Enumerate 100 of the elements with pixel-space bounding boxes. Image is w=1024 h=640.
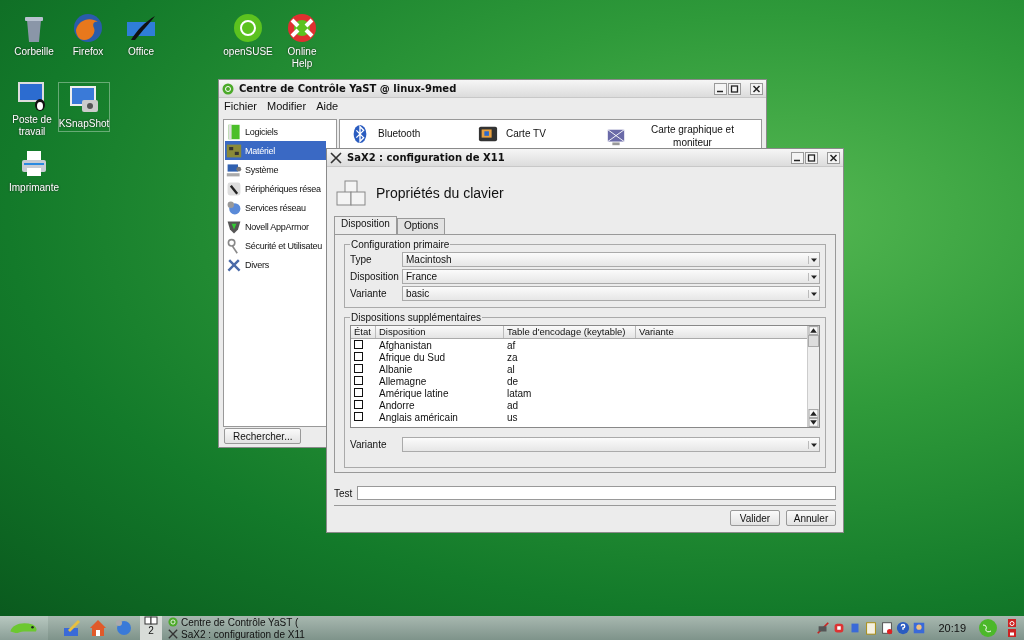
lifebuoy-icon	[286, 12, 318, 44]
computer-gear-icon	[226, 161, 242, 178]
pencil-icon[interactable]	[62, 618, 82, 638]
column-header[interactable]: Disposition	[376, 326, 504, 338]
menu-item[interactable]: Fichier	[224, 100, 257, 114]
table-cell-text: us	[506, 411, 519, 423]
home-icon[interactable]	[88, 618, 108, 638]
scroll-down-button[interactable]	[808, 418, 819, 427]
category-item[interactable]: Divers	[225, 255, 326, 274]
module-item[interactable]: Bluetooth	[350, 124, 478, 144]
table-cell-text: Albanie	[378, 363, 414, 375]
desktop-pager[interactable]: 2	[140, 616, 162, 640]
user-icon[interactable]	[912, 621, 927, 635]
checkbox[interactable]	[354, 375, 363, 385]
checkbox[interactable]	[354, 351, 363, 361]
dropdown[interactable]: basic	[402, 286, 820, 301]
caret-icon	[808, 289, 819, 298]
scroll-up-button[interactable]	[808, 326, 819, 335]
checkbox[interactable]	[354, 363, 363, 373]
search-button[interactable]: Rechercher...	[224, 428, 302, 444]
category-item[interactable]: Novell AppArmor	[225, 217, 326, 236]
desktop-icon[interactable]: Poste de travail	[6, 78, 58, 139]
caret-icon	[808, 440, 819, 449]
column-header[interactable]: Table d'encodage (keytable)	[504, 326, 636, 338]
category-item[interactable]: Matériel	[225, 141, 326, 160]
network-off-icon[interactable]	[816, 621, 831, 635]
table-cell-text: de	[506, 375, 520, 387]
desktop-number[interactable]: 2	[148, 625, 154, 636]
table-cell-text: Amérique latine	[378, 387, 450, 399]
field-label: Type	[350, 254, 373, 265]
field-label: Variante	[350, 439, 388, 450]
power-icon[interactable]	[1008, 619, 1016, 627]
x-logo-icon	[330, 151, 342, 164]
category-item[interactable]: Système	[225, 160, 326, 179]
checkbox[interactable]	[354, 411, 363, 421]
minimize-button[interactable]	[714, 82, 727, 95]
dropdown[interactable]: Macintosh	[402, 252, 820, 267]
package-icon	[226, 123, 242, 140]
table-cell-text: ad	[506, 399, 520, 411]
maximize-button[interactable]	[805, 151, 818, 164]
globe-icon	[72, 12, 104, 44]
close-button[interactable]	[827, 151, 840, 164]
scroll-thumb[interactable]	[808, 335, 819, 347]
desktop-icon[interactable]: openSUSE	[222, 10, 274, 60]
table-cell-text: Afrique du Sud	[378, 351, 447, 363]
menu-item[interactable]: Modifier	[267, 100, 307, 114]
desktop-icon[interactable]: Online Help	[276, 10, 328, 71]
menu-item[interactable]: Aide	[316, 100, 339, 114]
checkbox[interactable]	[354, 339, 363, 349]
caret-icon	[808, 272, 819, 281]
help-icon[interactable]	[896, 621, 911, 635]
clock[interactable]: 20:19	[938, 622, 966, 634]
checkbox[interactable]	[354, 399, 363, 409]
maximize-button[interactable]	[728, 82, 741, 95]
field-label: Variante	[350, 288, 388, 299]
desktop-icon[interactable]: Imprimante	[8, 146, 60, 196]
table-cell-text: Allemagne	[378, 375, 428, 387]
desktop-icon[interactable]: Office	[115, 10, 167, 60]
category-item[interactable]: Sécurité et Utilisateu	[225, 236, 326, 255]
column-header[interactable]: Variante	[636, 326, 807, 338]
dialog-heading: Propriétés du clavier	[376, 185, 504, 201]
keyboard-keys-icon	[336, 180, 366, 206]
module-item[interactable]: Carte TV	[478, 124, 606, 144]
task-item[interactable]: SaX2 : configuration de X11	[168, 628, 418, 640]
table-cell-text: latam	[506, 387, 533, 399]
tab[interactable]: Disposition	[334, 216, 397, 234]
computer-icon	[16, 80, 48, 112]
scroll-up-button[interactable]	[808, 409, 819, 418]
start-menu-button[interactable]	[0, 616, 48, 640]
category-item[interactable]: Services réseau	[225, 198, 326, 217]
table-cell-text: af	[506, 339, 517, 351]
table-cell-text: al	[506, 363, 516, 375]
dropdown[interactable]: France	[402, 269, 820, 284]
chameleon-icon	[232, 12, 264, 44]
desktop-icon[interactable]: KSnapShot	[58, 82, 110, 132]
lock-icon[interactable]	[1008, 629, 1016, 637]
close-button[interactable]	[750, 82, 763, 95]
group-title: Dispositions supplémentaires	[350, 312, 483, 323]
field-label: Disposition	[350, 271, 400, 282]
tv-icon	[478, 124, 498, 144]
globe-icon	[226, 199, 242, 216]
category-item[interactable]: Périphériques résea	[225, 179, 326, 198]
scrollbar[interactable]	[807, 326, 819, 427]
desktop-icon[interactable]: Corbeille	[8, 10, 60, 60]
desktop-icon[interactable]: Firefox	[62, 10, 114, 60]
task-item[interactable]: Centre de Contrôle YaST (	[168, 616, 418, 628]
chameleon-icon	[222, 82, 234, 95]
column-header[interactable]: État	[351, 326, 376, 338]
minimize-button[interactable]	[791, 151, 804, 164]
x-logo-icon	[168, 629, 178, 639]
document-icon[interactable]	[880, 621, 895, 635]
clipboard-icon[interactable]	[864, 621, 879, 635]
dialog-button[interactable]: Valider	[730, 510, 780, 526]
checkbox[interactable]	[354, 387, 363, 397]
tab[interactable]: Options	[396, 218, 446, 234]
dialog-button[interactable]: Annuler	[786, 510, 836, 526]
windows-icon	[144, 616, 158, 625]
test-input-field[interactable]	[357, 486, 836, 500]
module-item[interactable]: Carte graphique et moniteur	[606, 124, 751, 149]
category-item[interactable]: Logiciels	[225, 122, 326, 141]
